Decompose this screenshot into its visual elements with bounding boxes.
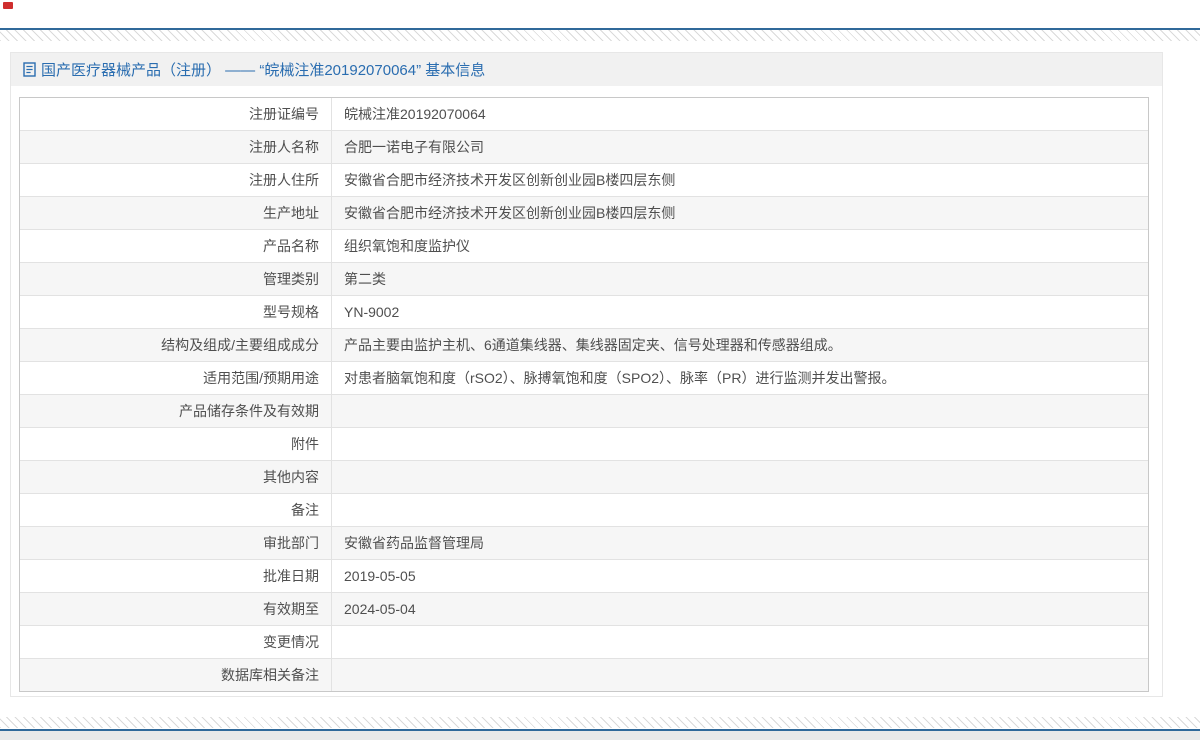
row-label: 结构及组成/主要组成成分	[20, 329, 332, 361]
row-label: 备注	[20, 494, 332, 526]
content-panel: 国产医疗器械产品（注册） —— “皖械注准20192070064” 基本信息 注…	[10, 52, 1163, 697]
row-label: 产品名称	[20, 230, 332, 262]
row-value: 产品主要由监护主机、6通道集线器、集线器固定夹、信号处理器和传感器组成。	[344, 337, 842, 353]
row-value: 安徽省合肥市经济技术开发区创新创业园B楼四层东侧	[344, 205, 676, 221]
table-row: 变更情况	[20, 626, 1148, 659]
row-value	[332, 428, 1148, 460]
page-title: 国产医疗器械产品（注册） —— “皖械注准20192070064” 基本信息	[41, 62, 486, 79]
table-row: 备注	[20, 494, 1148, 527]
document-icon	[23, 62, 36, 77]
row-value	[332, 461, 1148, 493]
row-value: 合肥一诺电子有限公司	[344, 139, 484, 155]
row-value: 安徽省合肥市经济技术开发区创新创业园B楼四层东侧	[344, 172, 676, 188]
table-row: 其他内容	[20, 461, 1148, 494]
row-value: 安徽省药品监督管理局	[344, 535, 484, 551]
table-row: 结构及组成/主要组成成分 产品主要由监护主机、6通道集线器、集线器固定夹、信号处理…	[20, 329, 1148, 362]
row-label: 注册人住所	[20, 164, 332, 196]
table-row: 附件	[20, 428, 1148, 461]
table-row: 数据库相关备注	[20, 659, 1148, 692]
row-label: 变更情况	[20, 626, 332, 658]
table-row: 有效期至 2024-05-04	[20, 593, 1148, 626]
panel-header: 国产医疗器械产品（注册） —— “皖械注准20192070064” 基本信息	[11, 53, 1162, 86]
row-value: 组织氧饱和度监护仪	[344, 238, 470, 254]
row-label: 注册证编号	[20, 98, 332, 130]
row-label: 批准日期	[20, 560, 332, 592]
row-label: 管理类别	[20, 263, 332, 295]
table-row: 产品名称 组织氧饱和度监护仪	[20, 230, 1148, 263]
row-label: 数据库相关备注	[20, 659, 332, 691]
bottom-gray-strip	[0, 731, 1200, 740]
row-label: 审批部门	[20, 527, 332, 559]
row-label: 型号规格	[20, 296, 332, 328]
top-hatch-band	[0, 30, 1200, 41]
row-label: 附件	[20, 428, 332, 460]
table-row: 生产地址 安徽省合肥市经济技术开发区创新创业园B楼四层东侧	[20, 197, 1148, 230]
row-value: 皖械注准20192070064	[344, 106, 486, 122]
table-row: 注册人住所 安徽省合肥市经济技术开发区创新创业园B楼四层东侧	[20, 164, 1148, 197]
row-value: 对患者脑氧饱和度（rSO2）、脉搏氧饱和度（SPO2）、脉率（PR）进行监测并发…	[344, 370, 896, 386]
row-label: 注册人名称	[20, 131, 332, 163]
table-row: 注册证编号 皖械注准20192070064	[20, 98, 1148, 131]
row-value	[332, 494, 1148, 526]
table-row: 审批部门 安徽省药品监督管理局	[20, 527, 1148, 560]
table-row: 管理类别 第二类	[20, 263, 1148, 296]
row-label: 生产地址	[20, 197, 332, 229]
row-value: 2019-05-05	[344, 568, 416, 584]
row-value	[332, 626, 1148, 658]
bottom-hatch-band	[0, 717, 1200, 728]
row-value	[332, 395, 1148, 427]
row-value	[332, 659, 1148, 691]
row-label: 产品储存条件及有效期	[20, 395, 332, 427]
row-value: 2024-05-04	[344, 601, 416, 617]
red-mark	[3, 2, 13, 9]
row-value: 第二类	[344, 271, 386, 287]
row-label: 适用范围/预期用途	[20, 362, 332, 394]
table-row: 批准日期 2019-05-05	[20, 560, 1148, 593]
table-row: 适用范围/预期用途 对患者脑氧饱和度（rSO2）、脉搏氧饱和度（SPO2）、脉率（…	[20, 362, 1148, 395]
row-label: 其他内容	[20, 461, 332, 493]
row-label: 有效期至	[20, 593, 332, 625]
table-row: 产品储存条件及有效期	[20, 395, 1148, 428]
table-row: 注册人名称 合肥一诺电子有限公司	[20, 131, 1148, 164]
row-value: YN-9002	[344, 304, 400, 320]
info-table: 注册证编号 皖械注准20192070064 注册人名称 合肥一诺电子有限公司 注册人住所…	[19, 97, 1149, 692]
table-row: 型号规格 YN-9002	[20, 296, 1148, 329]
